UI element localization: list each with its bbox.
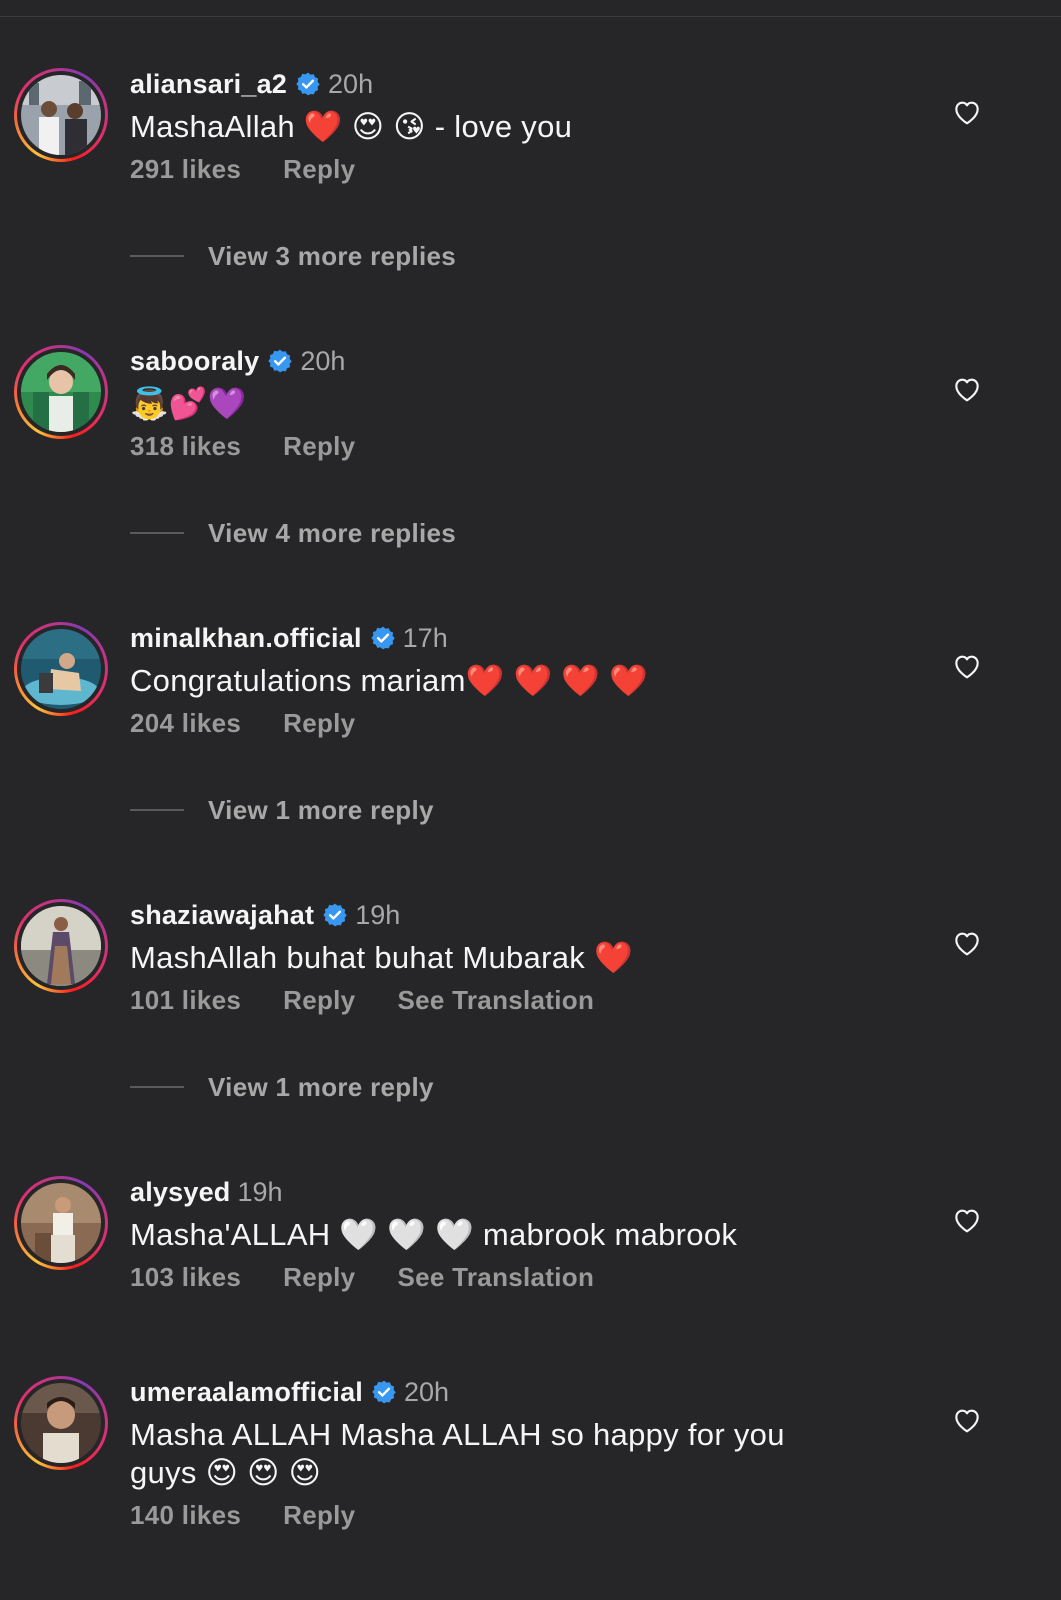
- reply-button[interactable]: Reply: [283, 1500, 355, 1531]
- reply-button[interactable]: Reply: [283, 1262, 355, 1293]
- view-replies-label: View 4 more replies: [208, 517, 457, 548]
- username[interactable]: minalkhan.official: [130, 623, 362, 654]
- replies-divider: [130, 532, 184, 534]
- avatar-image: [21, 1183, 101, 1263]
- avatar-image: [21, 906, 101, 986]
- heart-outline-icon[interactable]: [950, 373, 984, 405]
- avatar[interactable]: [14, 1176, 108, 1270]
- verified-badge-icon: [268, 349, 293, 373]
- heart-outline-icon[interactable]: [950, 650, 984, 682]
- heart-outline-icon[interactable]: [950, 927, 984, 959]
- replies-divider: [130, 809, 184, 811]
- verified-badge-icon: [323, 903, 347, 927]
- username[interactable]: umeraalamofficial: [130, 1377, 363, 1408]
- likes-count[interactable]: 204 likes: [130, 708, 241, 739]
- view-replies-label: View 3 more replies: [208, 240, 457, 271]
- username[interactable]: shaziawajahat: [130, 900, 314, 931]
- reply-button[interactable]: Reply: [283, 431, 355, 462]
- view-replies-button[interactable]: View 3 more replies: [130, 239, 456, 273]
- comment-text: 👼💕💜: [130, 386, 247, 421]
- verified-badge-icon: [372, 1380, 396, 1404]
- comment-time: 17h: [402, 622, 448, 653]
- heart-outline-icon[interactable]: [950, 96, 984, 128]
- replies-divider: [130, 255, 184, 257]
- comment-text: Masha ALLAH Masha ALLAH so happy for you…: [130, 1417, 785, 1490]
- replies-divider: [130, 1086, 184, 1088]
- avatar[interactable]: [14, 1376, 108, 1470]
- avatar-image: [21, 75, 101, 155]
- view-replies-label: View 1 more reply: [208, 794, 434, 825]
- comment-time: 20h: [404, 1376, 450, 1407]
- username[interactable]: sabooraly: [130, 346, 259, 377]
- likes-count[interactable]: 101 likes: [130, 985, 241, 1016]
- heart-outline-icon[interactable]: [950, 1204, 984, 1236]
- see-translation-button[interactable]: See Translation: [397, 1262, 594, 1293]
- heart-outline-icon[interactable]: [950, 1404, 984, 1436]
- comment-text: MashAllah buhat buhat Mubarak ❤️: [130, 940, 633, 975]
- avatar[interactable]: [14, 68, 108, 162]
- comment-time: 20h: [328, 68, 374, 99]
- view-replies-button[interactable]: View 1 more reply: [130, 793, 434, 827]
- reply-button[interactable]: Reply: [283, 985, 355, 1016]
- reply-button[interactable]: Reply: [283, 154, 355, 185]
- username[interactable]: alysyed: [130, 1177, 230, 1208]
- likes-count[interactable]: 318 likes: [130, 431, 241, 462]
- likes-count[interactable]: 140 likes: [130, 1500, 241, 1531]
- likes-count[interactable]: 103 likes: [130, 1262, 241, 1293]
- comment-text: MashaAllah ❤️ 😍 😘 - love you: [130, 109, 573, 144]
- view-replies-label: View 1 more reply: [208, 1071, 434, 1102]
- comment-time: 19h: [237, 1176, 283, 1207]
- avatar[interactable]: [14, 345, 108, 439]
- verified-badge-icon: [370, 626, 395, 650]
- comment-time: 20h: [300, 345, 346, 376]
- reply-button[interactable]: Reply: [283, 708, 355, 739]
- view-replies-button[interactable]: View 1 more reply: [130, 1070, 434, 1104]
- likes-count[interactable]: 291 likes: [130, 154, 241, 185]
- verified-badge-icon: [296, 72, 320, 96]
- avatar-image: [21, 629, 101, 709]
- comment-time: 19h: [355, 899, 401, 930]
- top-divider: [0, 0, 1061, 17]
- avatar-image: [21, 352, 101, 432]
- comment-text: Masha'ALLAH 🤍 🤍 🤍 mabrook mabrook: [130, 1217, 738, 1252]
- comment-text: Congratulations mariam❤️ ❤️ ❤️ ❤️: [130, 663, 649, 698]
- view-replies-button[interactable]: View 4 more replies: [130, 516, 456, 550]
- avatar[interactable]: [14, 622, 108, 716]
- avatar[interactable]: [14, 899, 108, 993]
- see-translation-button[interactable]: See Translation: [397, 985, 594, 1016]
- avatar-image: [21, 1383, 101, 1463]
- username[interactable]: aliansari_a2: [130, 69, 287, 100]
